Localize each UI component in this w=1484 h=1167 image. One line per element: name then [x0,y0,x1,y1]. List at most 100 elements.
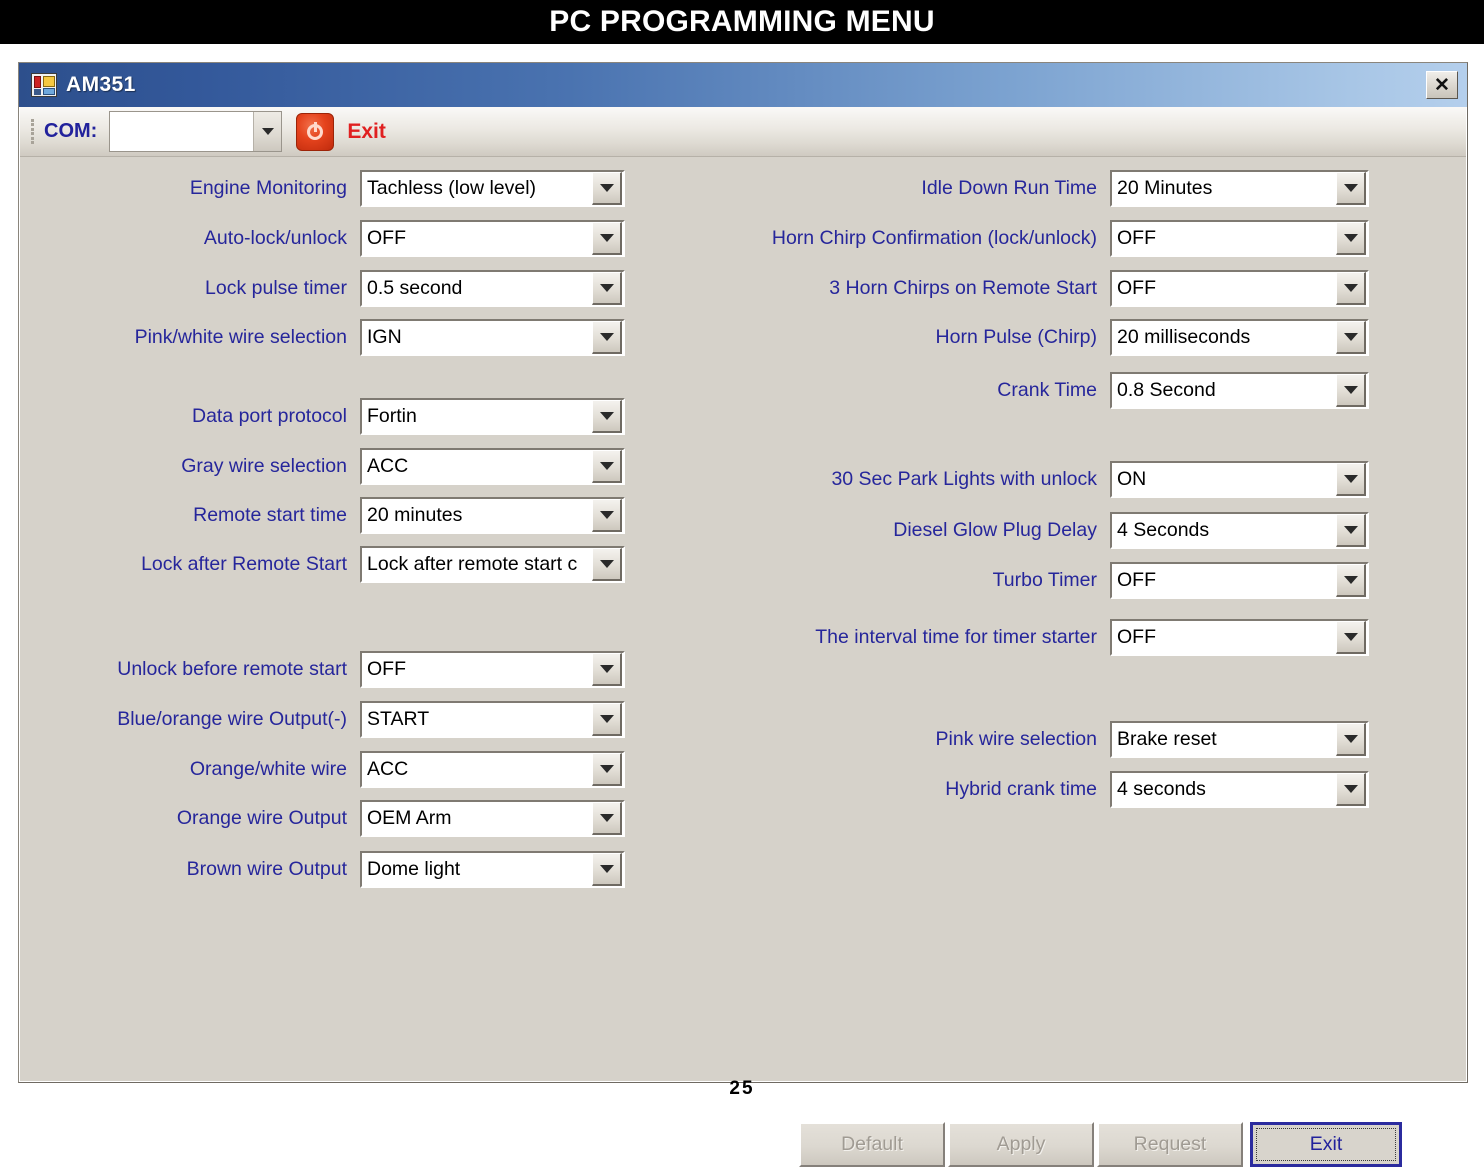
chevron-down-icon[interactable] [592,853,622,886]
exit-button-label: Exit [1309,1133,1343,1155]
chevron-down-icon[interactable] [592,653,622,686]
combo-value: 20 milliseconds [1117,327,1251,348]
chevron-down-icon[interactable] [592,450,622,483]
field-label: Remote start time [193,503,347,526]
field-label: 30 Sec Park Lights with unlock [831,467,1097,490]
field-label: Idle Down Run Time [921,176,1097,199]
orange-white-wire-select[interactable]: ACC [360,751,625,788]
field-label: The interval time for timer starter [815,625,1097,648]
chevron-down-icon[interactable] [592,222,622,255]
engine-monitoring-select[interactable]: Tachless (low level) [360,170,625,207]
auto-lock-unlock-select[interactable]: OFF [360,220,625,257]
idle-down-run-time-select[interactable]: 20 Minutes [1110,170,1369,207]
request-button-label: Request [1133,1133,1207,1155]
data-port-protocol-select[interactable]: Fortin [360,398,625,435]
field-label: Lock pulse timer [205,276,347,299]
field-label: Turbo Timer [992,568,1097,591]
chevron-down-icon[interactable] [1336,374,1366,407]
field-row: Unlock before remote start OFF [20,651,640,688]
default-button-label: Default [841,1133,903,1155]
chevron-down-icon[interactable] [592,499,622,532]
brown-wire-output-select[interactable]: Dome light [360,851,625,888]
three-horn-chirps-remote-start-select[interactable]: OFF [1110,270,1369,307]
chevron-down-icon[interactable] [1336,463,1366,496]
apply-button[interactable]: Apply [948,1122,1094,1167]
pink-white-wire-selection-select[interactable]: IGN [360,319,625,356]
chevron-down-icon[interactable] [1336,621,1366,654]
unlock-before-remote-start-select[interactable]: OFF [360,651,625,688]
horn-pulse-chirp-select[interactable]: 20 milliseconds [1110,319,1369,356]
combo-value: ACC [367,456,409,477]
chevron-down-icon[interactable] [1336,272,1366,305]
chevron-down-icon[interactable] [1336,514,1366,547]
combo-value: OFF [367,228,406,249]
chevron-down-icon[interactable] [1336,222,1366,255]
horn-chirp-confirmation-select[interactable]: OFF [1110,220,1369,257]
form-button-bar: Default Apply Request Exit [799,1122,1405,1167]
combo-value: Dome light [367,859,461,880]
field-label: Unlock before remote start [117,657,347,680]
toolbar-grip-handle[interactable] [28,117,36,147]
power-exit-icon[interactable] [296,112,335,151]
pink-wire-selection-select[interactable]: Brake reset [1110,721,1369,758]
combo-value: 0.8 Second [1117,380,1216,401]
close-icon[interactable]: ✕ [1426,71,1458,99]
combo-value: 20 Minutes [1117,178,1213,199]
com-port-select[interactable] [109,111,283,152]
combo-value: ON [1117,469,1147,490]
toolbar-exit-label[interactable]: Exit [347,120,386,144]
combo-value: ACC [367,759,409,780]
combo-value: OFF [1117,228,1156,249]
chevron-down-icon[interactable] [1336,723,1366,756]
hybrid-crank-time-select[interactable]: 4 seconds [1110,771,1369,808]
window-titlebar: AM351 ✕ [19,63,1467,107]
field-row: Crank Time 0.8 Second [660,372,1370,409]
gray-wire-selection-select[interactable]: ACC [360,448,625,485]
application-toolbar: COM: Exit [20,107,1466,157]
field-row: 3 Horn Chirps on Remote Start OFF [660,270,1370,307]
default-button[interactable]: Default [799,1122,945,1167]
chevron-down-icon[interactable] [592,272,622,305]
chevron-down-icon[interactable] [253,112,282,151]
combo-value: OFF [1117,278,1156,299]
chevron-down-icon[interactable] [592,548,622,581]
orange-wire-output-select[interactable]: OEM Arm [360,800,625,837]
field-row: Orange/white wire ACC [20,751,640,788]
field-label: Orange wire Output [176,806,347,829]
chevron-down-icon[interactable] [1336,564,1366,597]
diesel-glow-plug-delay-select[interactable]: 4 Seconds [1110,512,1369,549]
combo-value: IGN [367,327,402,348]
chevron-down-icon[interactable] [592,172,622,205]
request-button[interactable]: Request [1097,1122,1243,1167]
field-row: The interval time for timer starter OFF [660,619,1370,656]
lock-pulse-timer-select[interactable]: 0.5 second [360,270,625,307]
chevron-down-icon[interactable] [592,703,622,736]
field-row: 30 Sec Park Lights with unlock ON [660,461,1370,498]
field-label: Orange/white wire [189,757,347,780]
park-lights-with-unlock-select[interactable]: ON [1110,461,1369,498]
combo-value: START [367,709,430,730]
crank-time-select[interactable]: 0.8 Second [1110,372,1369,409]
lock-after-remote-start-select[interactable]: Lock after remote start c [360,546,625,583]
combo-value: Brake reset [1117,729,1217,750]
chevron-down-icon[interactable] [1336,773,1366,806]
remote-start-time-select[interactable]: 20 minutes [360,497,625,534]
chevron-down-icon[interactable] [592,802,622,835]
exit-button[interactable]: Exit [1250,1122,1402,1167]
document-header-banner: PC PROGRAMMING MENU [0,0,1484,44]
page-number: 25 [729,1078,755,1099]
field-label: Horn Pulse (Chirp) [935,325,1097,348]
chevron-down-icon[interactable] [592,400,622,433]
field-row: Remote start time 20 minutes [20,497,640,534]
chevron-down-icon[interactable] [1336,321,1366,354]
field-row: Auto-lock/unlock OFF [20,220,640,257]
chevron-down-icon[interactable] [592,321,622,354]
turbo-timer-select[interactable]: OFF [1110,562,1369,599]
timer-starter-interval-select[interactable]: OFF [1110,619,1369,656]
application-icon [31,73,57,97]
chevron-down-icon[interactable] [1336,172,1366,205]
chevron-down-icon[interactable] [592,753,622,786]
field-label: Data port protocol [191,404,347,427]
combo-value: OEM Arm [367,808,452,829]
blue-orange-wire-output-select[interactable]: START [360,701,625,738]
